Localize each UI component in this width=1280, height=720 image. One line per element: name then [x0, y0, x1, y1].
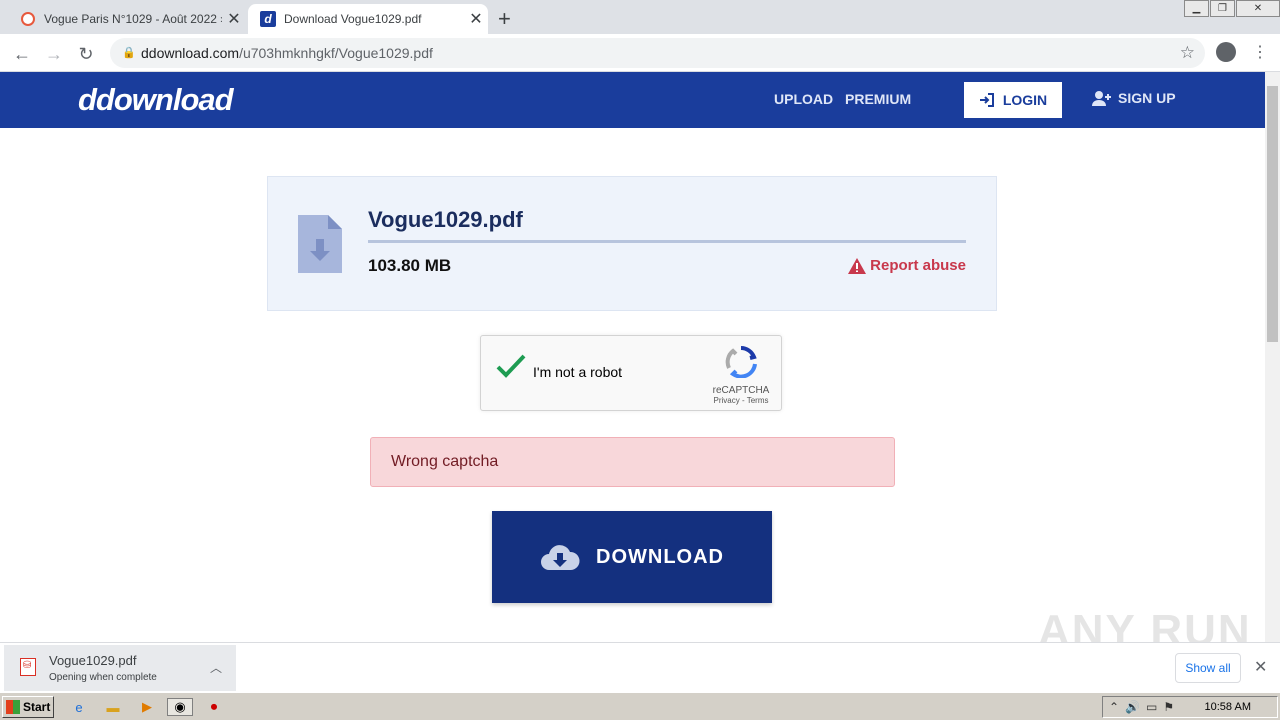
stop-icon[interactable]: ⏺: [205, 698, 223, 716]
download-item[interactable]: Vogue1029.pdf Opening when complete ︿: [4, 645, 236, 691]
close-shelf-icon[interactable]: ✕: [1254, 657, 1267, 677]
browser-menu-icon[interactable]: ⋮: [1252, 42, 1268, 62]
back-button[interactable]: ←: [10, 42, 34, 66]
error-alert: Wrong captcha: [370, 437, 895, 487]
new-tab-button[interactable]: +: [498, 6, 511, 32]
close-tab-icon[interactable]: ✕: [464, 9, 488, 29]
page-viewport: ddownload UPLOAD PREMIUM LOGIN SIGN UP V…: [0, 72, 1265, 642]
cloud-download-icon: [541, 545, 580, 570]
account-icon[interactable]: [1216, 42, 1236, 62]
divider: [368, 240, 966, 243]
login-label: LOGIN: [1002, 92, 1048, 108]
media-player-icon[interactable]: ▶: [138, 698, 156, 716]
recaptcha-logo-icon: [725, 346, 757, 379]
forward-button[interactable]: →: [42, 42, 66, 66]
download-button[interactable]: DOWNLOAD: [492, 511, 772, 603]
bookmark-star-icon[interactable]: ☆: [1180, 43, 1195, 63]
download-filename: Vogue1029.pdf: [49, 653, 137, 668]
start-label: Start: [23, 700, 51, 714]
login-icon: [979, 93, 994, 107]
download-shelf: Vogue1029.pdf Opening when complete ︿ Sh…: [0, 642, 1280, 692]
pdf-file-icon: [20, 658, 36, 676]
file-download-icon: [298, 215, 342, 273]
recaptcha-links[interactable]: Privacy - Terms: [711, 396, 771, 405]
download-label: DOWNLOAD: [596, 545, 724, 568]
lock-icon: 🔒: [122, 47, 136, 59]
captcha-label: I'm not a robot: [533, 364, 623, 380]
address-bar[interactable]: 🔒 ddownload.com/u703hmknhgkf/Vogue1029.p…: [110, 38, 1205, 68]
site-header: ddownload UPLOAD PREMIUM LOGIN SIGN UP: [0, 72, 1265, 128]
clock: 10:58 AM: [1204, 701, 1251, 713]
nav-premium[interactable]: PREMIUM: [845, 91, 911, 107]
recaptcha-name: reCAPTCHA: [712, 385, 770, 396]
report-abuse-label: Report abuse: [870, 257, 966, 274]
start-button[interactable]: Start: [2, 696, 54, 718]
page-scrollbar[interactable]: [1265, 72, 1280, 642]
scrollbar-thumb[interactable]: [1267, 86, 1278, 342]
taskbar: Start e ▬ ▶ ◉ ⏺ ⌃🔊▭⚑ 10:58 AM: [0, 692, 1280, 720]
checkmark-icon[interactable]: [495, 352, 527, 380]
nav-upload[interactable]: UPLOAD: [774, 91, 833, 107]
window-close-button[interactable]: ✕: [1236, 0, 1280, 17]
tab-download[interactable]: d Download Vogue1029.pdf ✕: [248, 4, 488, 34]
internet-explorer-icon[interactable]: e: [70, 698, 88, 716]
chrome-taskbar-icon[interactable]: ◉: [167, 698, 193, 716]
system-tray: ⌃🔊▭⚑ 10:58 AM: [1102, 696, 1278, 718]
download-status: Opening when complete: [49, 672, 157, 683]
recaptcha-widget[interactable]: I'm not a robot reCAPTCHA Privacy - Term…: [480, 335, 782, 411]
report-abuse-link[interactable]: Report abuse: [848, 257, 966, 274]
login-button[interactable]: LOGIN: [964, 82, 1062, 118]
chevron-up-icon[interactable]: ︿: [210, 659, 222, 676]
show-all-button[interactable]: Show all: [1175, 653, 1241, 683]
minimize-button[interactable]: ▁: [1184, 0, 1209, 17]
url-text: ddownload.com/u703hmknhgkf/Vogue1029.pdf: [141, 45, 433, 61]
reload-button[interactable]: ↻: [74, 42, 98, 66]
site-logo[interactable]: ddownload: [78, 82, 234, 118]
close-tab-icon[interactable]: ✕: [222, 9, 246, 29]
tray-icons[interactable]: ⌃🔊▭⚑: [1109, 700, 1180, 714]
recaptcha-branding: reCAPTCHA Privacy - Terms: [711, 346, 771, 405]
browser-toolbar: ← → ↻ 🔒 ddownload.com/u703hmknhgkf/Vogue…: [0, 34, 1280, 72]
alert-message: Wrong captcha: [391, 453, 499, 470]
file-size: 103.80 MB: [368, 256, 452, 275]
file-info-card: Vogue1029.pdf 103.80 MB Report abuse: [267, 176, 997, 311]
add-user-icon: [1092, 91, 1111, 106]
windows-logo-icon: [6, 700, 20, 714]
window-controls: ▁ ❐ ✕: [1183, 0, 1280, 17]
warning-icon: [848, 257, 867, 274]
tab-title: Vogue Paris N°1029 - Août 2022 » To: [44, 12, 222, 26]
tab-strip: Vogue Paris N°1029 - Août 2022 » To ✕ d …: [0, 0, 1280, 34]
signup-link[interactable]: SIGN UP: [1092, 90, 1176, 106]
signup-label: SIGN UP: [1118, 90, 1176, 106]
vogue-favicon-icon: [20, 11, 36, 27]
ddownload-favicon-icon: d: [260, 11, 276, 27]
folder-icon[interactable]: ▬: [104, 698, 122, 716]
file-name: Vogue1029.pdf: [368, 207, 523, 232]
tab-title: Download Vogue1029.pdf: [284, 12, 422, 26]
tab-vogue[interactable]: Vogue Paris N°1029 - Août 2022 » To ✕: [8, 4, 246, 34]
restore-button[interactable]: ❐: [1210, 0, 1235, 17]
